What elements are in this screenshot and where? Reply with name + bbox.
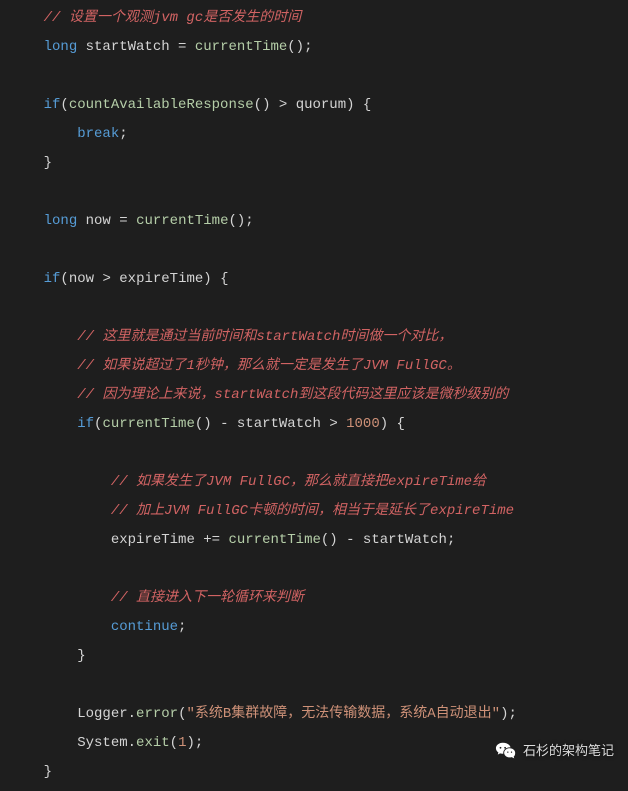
code-line [10,178,628,207]
code-line: // 如果说超过了1秒钟，那么就一定是发生了JVM FullGC。 [10,352,628,381]
wechat-icon [495,740,517,762]
code-line: if(countAvailableResponse() > quorum) { [10,91,628,120]
code-line: long now = currentTime(); [10,207,628,236]
code-line: continue; [10,613,628,642]
code-line: Logger.error("系统B集群故障，无法传输数据，系统A自动退出"); [10,700,628,729]
code-line: long startWatch = currentTime(); [10,33,628,62]
code-line: } [10,642,628,671]
code-line: if(currentTime() - startWatch > 1000) { [10,410,628,439]
code-line [10,294,628,323]
watermark: 石杉的架构笔记 [495,736,614,765]
comment: // 加上JVM FullGC卡顿的时间，相当于是延长了expireTime [111,503,514,519]
code-line: // 因为理论上来说，startWatch到这段代码这里应该是微秒级别的 [10,381,628,410]
code-line: // 直接进入下一轮循环来判断 [10,584,628,613]
comment: // 设置一个观测jvm gc是否发生的时间 [44,10,302,26]
code-line: // 如果发生了JVM FullGC，那么就直接把expireTime给 [10,468,628,497]
comment: // 如果说超过了1秒钟，那么就一定是发生了JVM FullGC。 [77,358,461,374]
comment: // 这里就是通过当前时间和startWatch时间做一个对比， [77,329,452,345]
comment: // 如果发生了JVM FullGC，那么就直接把expireTime给 [111,474,486,490]
code-line: } [10,149,628,178]
code-line [10,671,628,700]
code-line: expireTime += currentTime() - startWatch… [10,526,628,555]
code-line [10,439,628,468]
code-line: if(now > expireTime) { [10,265,628,294]
code-line: // 这里就是通过当前时间和startWatch时间做一个对比， [10,323,628,352]
watermark-text: 石杉的架构笔记 [523,736,614,765]
code-line [10,555,628,584]
comment: // 因为理论上来说，startWatch到这段代码这里应该是微秒级别的 [77,387,508,403]
code-line [10,62,628,91]
comment: // 直接进入下一轮循环来判断 [111,590,304,606]
code-line [10,236,628,265]
code-line: // 加上JVM FullGC卡顿的时间，相当于是延长了expireTime [10,497,628,526]
code-line: // 设置一个观测jvm gc是否发生的时间 [10,4,628,33]
code-block: // 设置一个观测jvm gc是否发生的时间 long startWatch =… [0,0,628,791]
code-line: break; [10,120,628,149]
